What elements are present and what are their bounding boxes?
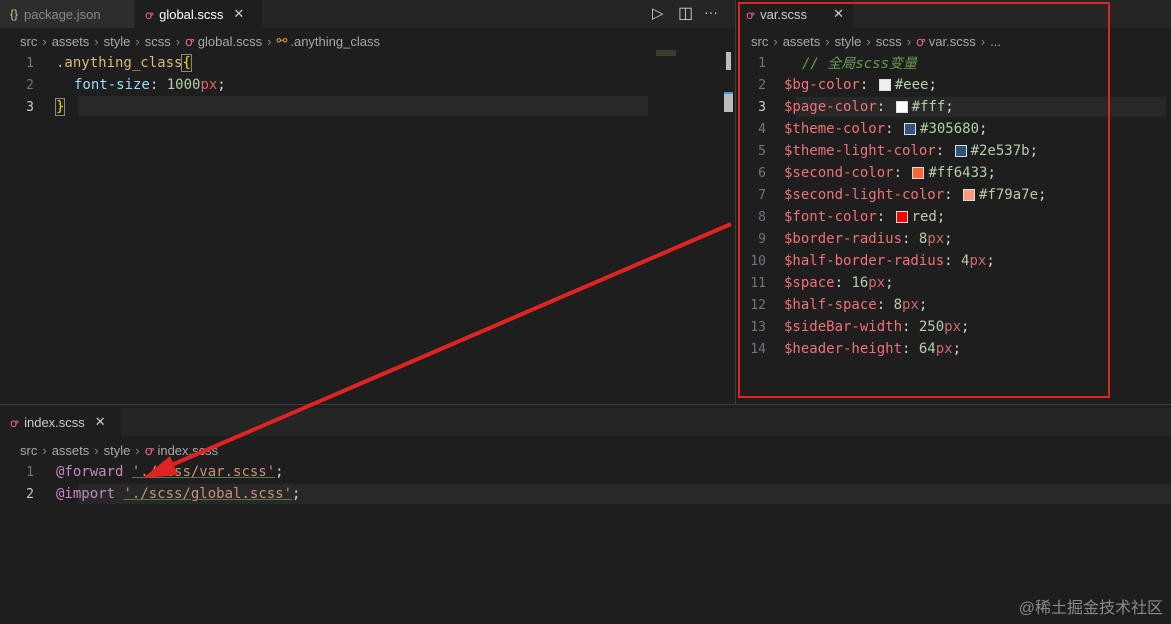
line-number: 1 (26, 55, 34, 71)
more-actions-icon[interactable]: ··· (704, 4, 718, 20)
code-line-2[interactable]: 2 @import './scss/global.scss'; (0, 483, 1171, 505)
close-icon[interactable]: ✕ (233, 6, 244, 22)
bottom-tab-bar: ꝍ index.scss ✕ (0, 408, 1171, 436)
close-brace: } (54, 98, 66, 116)
crumb-global-scss[interactable]: global.scss (198, 34, 262, 49)
breadcrumb: src › assets › style › ꝍ index.scss (0, 439, 1171, 461)
index-editor-pane: ꝍ index.scss ✕ src › assets › style › ꝍ ind… (0, 408, 1171, 624)
symbol-class-icon: ⚯ (276, 33, 288, 48)
var-editor-pane: ꝍ var.scss ✕ src › assets › style › scss › ꝍ… (736, 0, 1171, 404)
line-number: 3 (26, 99, 34, 115)
scrollbar[interactable] (726, 52, 731, 70)
watermark: @稀土掘金技术社区 (1018, 600, 1163, 617)
tab-label: index.scss (24, 414, 85, 430)
scss-file-icon: ꝍ (10, 415, 19, 430)
open-brace: { (181, 54, 192, 72)
crumb-style[interactable]: style (104, 443, 131, 458)
scss-file-icon: ꝍ (144, 443, 154, 458)
chevron-right-icon: › (94, 33, 99, 49)
json-file-icon: {} (10, 7, 19, 21)
scss-file-icon: ꝍ (145, 7, 154, 22)
scss-string: './scss/var.scss' (131, 464, 276, 480)
crumb-style[interactable]: style (104, 34, 131, 49)
tab-label: global.scss (159, 6, 224, 22)
chevron-right-icon: › (135, 442, 140, 458)
code-line-1[interactable]: 1 .anything_class{ (0, 52, 735, 74)
split-editor-icon[interactable]: ◫ (678, 3, 693, 23)
tab-global-scss[interactable]: ꝍ global.scss ✕ (135, 0, 263, 28)
semicolon: ; (292, 486, 301, 502)
tab-package-json[interactable]: {} package.json (0, 0, 135, 28)
crumb-scss[interactable]: scss (145, 34, 171, 49)
scrollbar-marker (724, 92, 733, 112)
line-number: 2 (26, 77, 34, 93)
css-unit: px (200, 77, 218, 93)
semicolon: ; (217, 77, 226, 93)
colon: : (149, 77, 167, 93)
close-icon[interactable]: ✕ (95, 414, 106, 430)
crumb-anything-class[interactable]: .anything_class (290, 34, 380, 49)
chevron-right-icon: › (94, 442, 99, 458)
tab-label: package.json (24, 6, 101, 22)
global-editor-pane: {} package.json ꝍ global.scss ✕ ▷ ◫ ··· … (0, 0, 735, 404)
crumb-src[interactable]: src (20, 443, 37, 458)
code-line-3[interactable]: 3 } (0, 96, 735, 118)
tab-index-scss[interactable]: ꝍ index.scss ✕ (0, 408, 122, 436)
css-property: font-size (74, 77, 150, 93)
code-line-1[interactable]: 1 @forward './scss/var.scss'; (0, 461, 1171, 483)
left-tab-bar: {} package.json ꝍ global.scss ✕ ▷ ◫ ··· (0, 0, 735, 28)
crumb-assets[interactable]: assets (52, 443, 90, 458)
scss-file-icon: ꝍ (185, 34, 194, 49)
chevron-right-icon: › (135, 33, 140, 49)
chevron-right-icon: › (42, 442, 47, 458)
minimap[interactable] (656, 50, 676, 56)
css-value: 1000 (166, 77, 201, 93)
scss-keyword: @import (56, 486, 116, 502)
horizontal-divider[interactable] (0, 404, 1171, 405)
code-line-2[interactable]: 2 font-size: 1000 px; (0, 74, 735, 96)
crumb-assets[interactable]: assets (52, 34, 90, 49)
breadcrumb: src › assets › style › scss › ꝍ global.scss ›… (0, 30, 735, 52)
line-number: 1 (26, 464, 34, 480)
scss-string: './scss/global.scss' (123, 486, 293, 502)
line-number: 2 (26, 486, 34, 502)
chevron-right-icon: › (42, 33, 47, 49)
chevron-right-icon: › (267, 33, 272, 49)
chevron-right-icon: › (175, 33, 181, 49)
semicolon: ; (275, 464, 284, 480)
crumb-src[interactable]: src (20, 34, 37, 49)
annotation-box (738, 2, 1110, 398)
css-selector: .anything_class (56, 55, 183, 71)
run-icon[interactable]: ▷ (652, 4, 664, 22)
crumb-index-scss[interactable]: index.scss (157, 443, 218, 458)
scss-keyword: @forward (56, 464, 124, 480)
